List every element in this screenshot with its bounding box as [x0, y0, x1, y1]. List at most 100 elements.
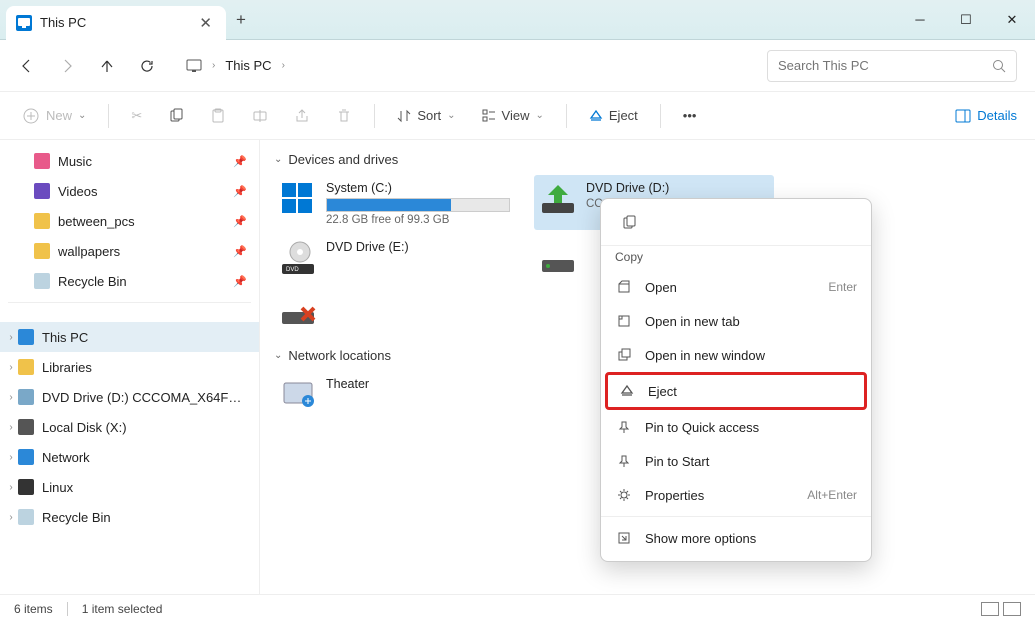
- status-bar: 6 items 1 item selected: [0, 594, 1035, 622]
- folder-icon: [34, 243, 50, 259]
- item-count: 6 items: [14, 602, 53, 616]
- view-button[interactable]: View ⌄: [478, 100, 548, 132]
- copy-button[interactable]: [615, 209, 643, 237]
- more-button[interactable]: •••: [679, 100, 701, 132]
- tab-close-icon[interactable]: ✕: [199, 14, 212, 32]
- new-tab-button[interactable]: +: [236, 10, 246, 30]
- thumbnail-view-button[interactable]: [1003, 602, 1021, 616]
- paste-button[interactable]: [206, 100, 230, 132]
- chevron-right-icon[interactable]: ›: [4, 452, 18, 463]
- chevron-right-icon[interactable]: ›: [4, 332, 18, 343]
- context-open-in-new-tab[interactable]: Open in new tab: [601, 304, 871, 338]
- chevron-down-icon: ⌄: [274, 154, 282, 165]
- newtab-icon: [615, 312, 633, 330]
- share-button[interactable]: [290, 100, 314, 132]
- breadcrumb[interactable]: › This PC ›: [178, 58, 745, 73]
- sidebar-item[interactable]: ›Recycle Bin: [0, 502, 259, 532]
- separator: [374, 104, 375, 128]
- context-open[interactable]: OpenEnter: [601, 270, 871, 304]
- sidebar-item[interactable]: ›DVD Drive (D:) CCCOMA_X64FRE_EN-: [0, 382, 259, 412]
- sidebar-item[interactable]: ›Linux: [0, 472, 259, 502]
- ellipsis-icon: •••: [683, 108, 697, 123]
- pin-icon: 📌: [233, 185, 247, 198]
- this-pc-small-icon: [186, 59, 202, 73]
- maximize-button[interactable]: ☐: [943, 0, 989, 40]
- window-controls: ─ ☐ ✕: [897, 0, 1035, 40]
- chevron-right-icon[interactable]: ›: [4, 482, 18, 493]
- close-button[interactable]: ✕: [989, 0, 1035, 40]
- minimize-button[interactable]: ─: [897, 0, 943, 40]
- selection-count: 1 item selected: [82, 602, 163, 616]
- chevron-down-icon: ⌄: [274, 350, 282, 361]
- search-box[interactable]: [767, 50, 1017, 82]
- context-pin-to-quick-access[interactable]: Pin to Quick access: [601, 410, 871, 444]
- network-item[interactable]: Theater: [274, 371, 514, 419]
- folder-icon: [34, 213, 50, 229]
- separator: [108, 104, 109, 128]
- context-more-options[interactable]: Show more options: [601, 521, 871, 555]
- details-pane-button[interactable]: Details: [955, 108, 1017, 123]
- copy-button[interactable]: [164, 100, 188, 132]
- refresh-button[interactable]: [138, 57, 156, 75]
- pin-icon: 📌: [233, 155, 247, 168]
- sidebar-item[interactable]: ›Network: [0, 442, 259, 472]
- eject-button[interactable]: Eject: [585, 100, 642, 132]
- section-devices[interactable]: ⌄ Devices and drives: [274, 152, 1021, 167]
- drive-icon: [278, 290, 318, 330]
- sidebar-item[interactable]: Recycle Bin📌: [0, 266, 259, 296]
- folder-icon: [34, 273, 50, 289]
- delete-button[interactable]: [332, 100, 356, 132]
- context-quick-actions: [601, 205, 871, 246]
- search-input[interactable]: [778, 58, 992, 73]
- eject-icon: [618, 382, 636, 400]
- chevron-right-icon[interactable]: ›: [4, 422, 18, 433]
- pin-icon: 📌: [233, 215, 247, 228]
- command-bar: New ⌄ ✂ Sort ⌄ View ⌄ Eject ••• Details: [0, 92, 1035, 140]
- paste-icon: [210, 108, 226, 124]
- sidebar-item[interactable]: Videos📌: [0, 176, 259, 206]
- chevron-right-icon[interactable]: ›: [4, 512, 18, 523]
- drive-item[interactable]: System (C:)22.8 GB free of 99.3 GB: [274, 175, 514, 230]
- cut-button[interactable]: ✂: [127, 100, 146, 132]
- this-pc-icon: [16, 15, 32, 31]
- copy-label: Copy: [601, 250, 871, 270]
- title-bar: This PC ✕ + ─ ☐ ✕: [0, 0, 1035, 40]
- drive-icon: [18, 509, 34, 525]
- details-icon: [955, 109, 971, 123]
- drive-icon: [278, 179, 318, 219]
- plus-circle-icon: [22, 107, 40, 125]
- tab-title: This PC: [40, 15, 86, 30]
- cut-icon: ✂: [131, 108, 142, 124]
- window-tab[interactable]: This PC ✕: [6, 6, 226, 40]
- separator: [660, 104, 661, 128]
- chevron-right-icon[interactable]: ›: [4, 362, 18, 373]
- back-button[interactable]: [18, 57, 36, 75]
- drive-icon: [18, 449, 34, 465]
- drive-item[interactable]: DVDDVD Drive (E:): [274, 234, 514, 282]
- forward-button[interactable]: [58, 57, 76, 75]
- breadcrumb-item[interactable]: This PC: [225, 58, 271, 73]
- sidebar-item[interactable]: wallpapers📌: [0, 236, 259, 266]
- context-eject[interactable]: Eject: [605, 372, 867, 410]
- sort-button[interactable]: Sort ⌄: [393, 100, 459, 132]
- context-open-in-new-window[interactable]: Open in new window: [601, 338, 871, 372]
- chevron-down-icon: ⌄: [447, 110, 455, 121]
- sidebar-item[interactable]: ›Local Disk (X:): [0, 412, 259, 442]
- chevron-down-icon: ⌄: [78, 110, 86, 121]
- separator: [601, 516, 871, 517]
- sidebar-item[interactable]: between_pcs📌: [0, 206, 259, 236]
- separator: [8, 302, 251, 316]
- up-button[interactable]: [98, 57, 116, 75]
- drive-item[interactable]: [274, 286, 514, 334]
- chevron-right-icon[interactable]: ›: [4, 392, 18, 403]
- sidebar-item[interactable]: ›This PC: [0, 322, 259, 352]
- rename-button[interactable]: [248, 100, 272, 132]
- chevron-right-icon: ›: [212, 60, 215, 71]
- separator: [566, 104, 567, 128]
- sidebar-item[interactable]: Music📌: [0, 146, 259, 176]
- context-properties[interactable]: PropertiesAlt+Enter: [601, 478, 871, 512]
- details-view-button[interactable]: [981, 602, 999, 616]
- context-pin-to-start[interactable]: Pin to Start: [601, 444, 871, 478]
- sidebar-item[interactable]: ›Libraries: [0, 352, 259, 382]
- new-button[interactable]: New ⌄: [18, 100, 90, 132]
